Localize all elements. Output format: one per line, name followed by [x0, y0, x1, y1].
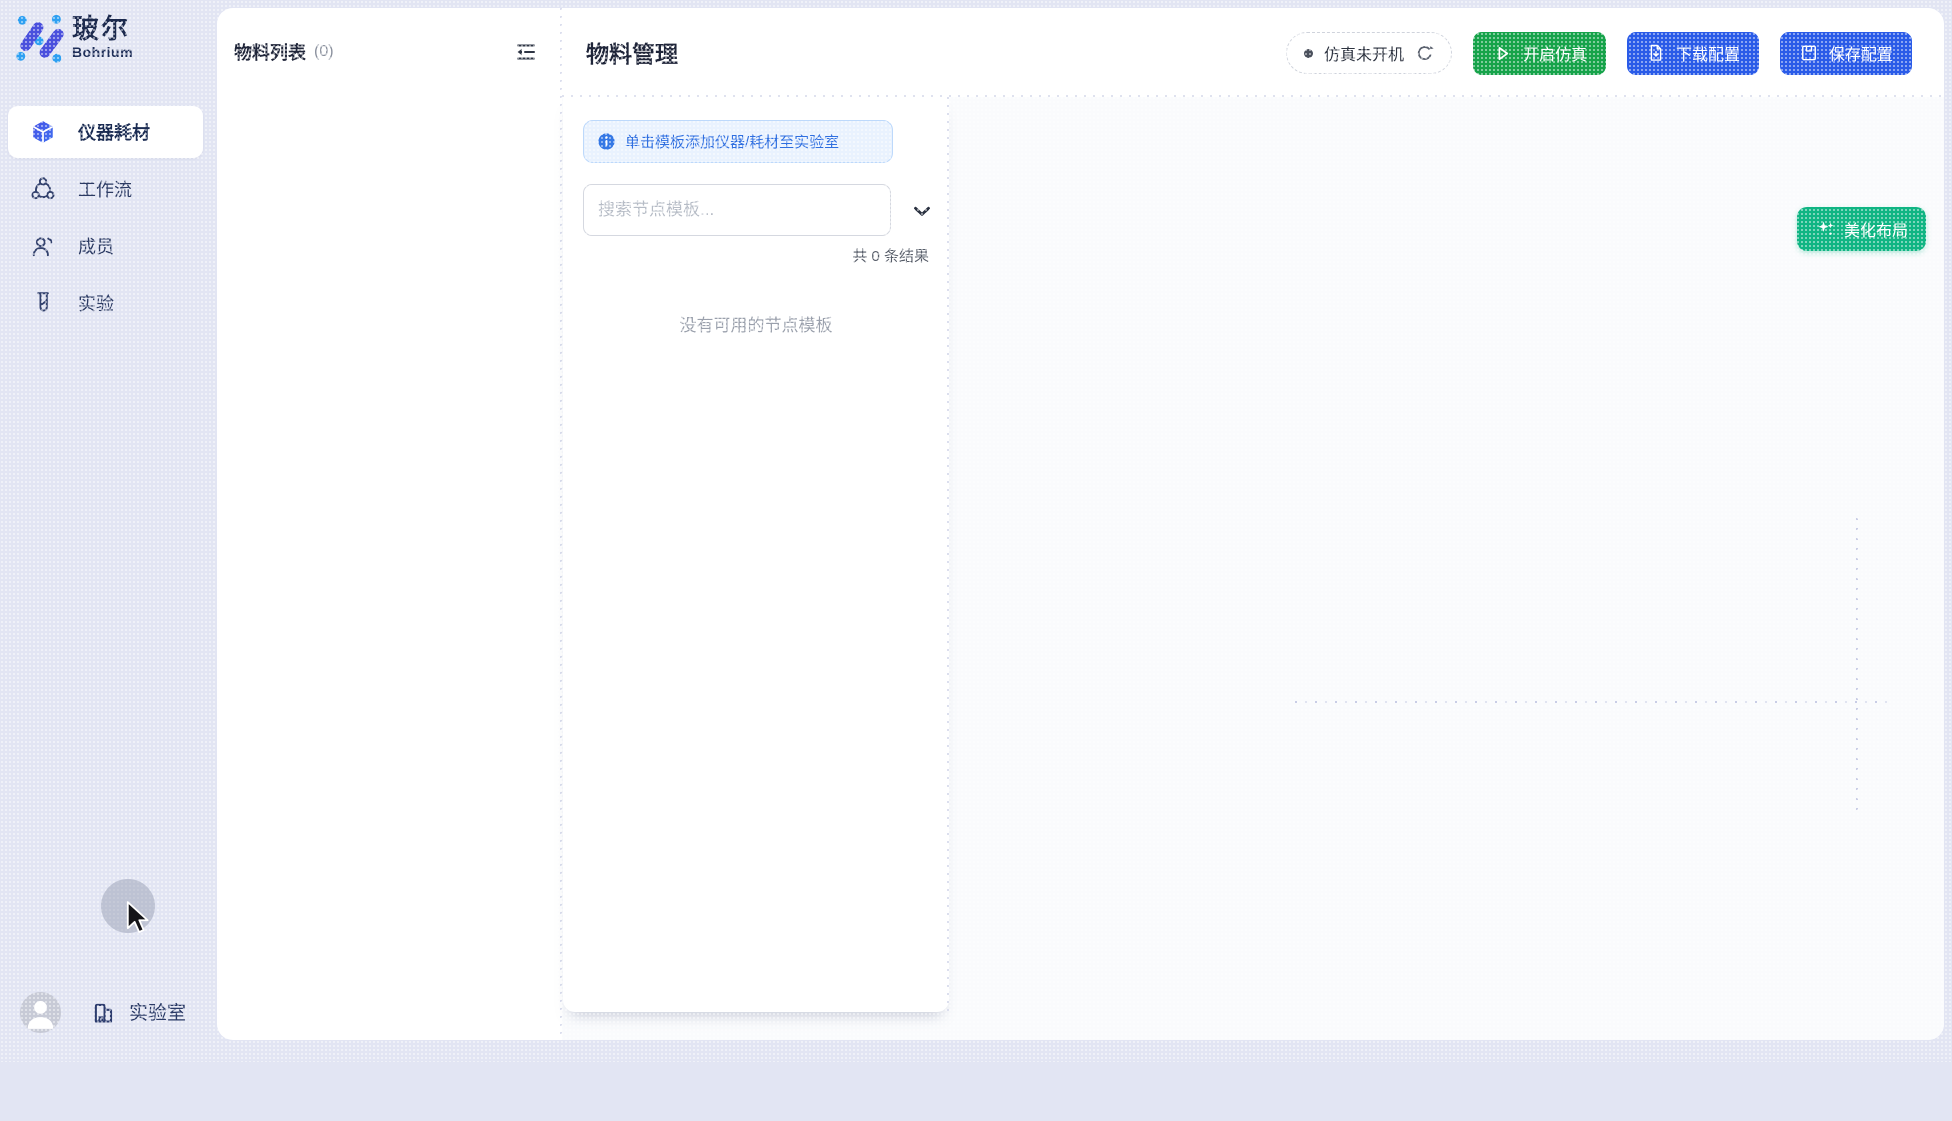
empty-template-message: 没有可用的节点模板	[563, 311, 949, 336]
cube-icon	[30, 119, 56, 145]
canvas-guide-vertical	[1856, 518, 1858, 810]
sidebar-nav: 仪器耗材 工作流 成员 实验	[0, 106, 217, 334]
hint-text: 单击模板添加仪器/耗材至实验室	[625, 131, 839, 152]
chevron-down-icon	[909, 198, 935, 224]
workflow-icon	[30, 176, 56, 202]
template-search-input[interactable]	[583, 184, 891, 236]
material-list-title: 物料列表	[234, 39, 306, 65]
brand-subtitle: Bohrium	[72, 44, 133, 60]
sidebar-item-label: 工作流	[78, 176, 132, 202]
sidebar-item-label: 成员	[78, 233, 114, 259]
results-count: 共 0 条结果	[852, 245, 929, 266]
sidebar-item-instruments[interactable]: 仪器耗材	[8, 106, 203, 158]
main-content-card: 物料列表 (0) 物料管理 仿真未开机	[217, 8, 1944, 1040]
beautify-layout-button[interactable]: 美化布局	[1797, 207, 1926, 251]
material-list-count: (0)	[314, 43, 334, 61]
start-simulation-button[interactable]: 开启仿真	[1473, 32, 1606, 75]
members-icon	[30, 233, 56, 259]
sparkles-icon	[1815, 219, 1835, 239]
lab-building-icon	[90, 997, 118, 1025]
canvas-guide-horizontal	[1295, 701, 1895, 703]
collapse-panel-button[interactable]	[514, 40, 538, 64]
material-list-panel: 物料列表 (0)	[217, 8, 560, 1040]
sidebar-item-label: 仪器耗材	[78, 119, 150, 145]
bohrium-logo-icon	[16, 14, 66, 64]
status-dot-icon	[1304, 49, 1313, 58]
save-icon	[1799, 43, 1819, 63]
experiment-icon	[30, 290, 56, 316]
sidebar-item-experiment[interactable]: 实验	[8, 277, 203, 329]
node-template-panel: 单击模板添加仪器/耗材至实验室 共 0 条结果 没有可用的节点模板	[563, 97, 949, 1012]
download-config-button[interactable]: 下载配置	[1627, 32, 1759, 75]
mouse-cursor-icon	[126, 901, 150, 935]
lab-canvas[interactable]: 单击模板添加仪器/耗材至实验室 共 0 条结果 没有可用的节点模板 美化	[562, 97, 1944, 1040]
simulation-status-pill[interactable]: 仿真未开机	[1286, 32, 1452, 74]
sidebar-item-members[interactable]: 成员	[8, 220, 203, 272]
lab-switcher[interactable]: 实验室	[90, 997, 186, 1025]
brand-name: 玻尔	[72, 14, 133, 44]
sidebar-item-label: 实验	[78, 290, 114, 316]
user-avatar[interactable]	[20, 992, 61, 1033]
hint-banner: 单击模板添加仪器/耗材至实验室	[583, 120, 893, 163]
expand-filters-toggle[interactable]	[909, 198, 935, 224]
info-icon	[597, 132, 616, 151]
page-title: 物料管理	[586, 35, 678, 69]
sidebar-item-workflow[interactable]: 工作流	[8, 163, 203, 215]
lab-label: 实验室	[129, 998, 186, 1025]
brand-logo: 玻尔 Bohrium	[16, 14, 133, 64]
save-config-button[interactable]: 保存配置	[1780, 32, 1912, 75]
status-label: 仿真未开机	[1324, 41, 1404, 65]
page-header: 物料管理 仿真未开机 开启仿真	[562, 8, 1944, 97]
refresh-icon[interactable]	[1415, 44, 1434, 63]
menu-fold-icon	[514, 40, 538, 64]
play-icon	[1492, 43, 1513, 64]
avatar-person-icon	[20, 992, 61, 1033]
download-file-icon	[1646, 43, 1666, 63]
